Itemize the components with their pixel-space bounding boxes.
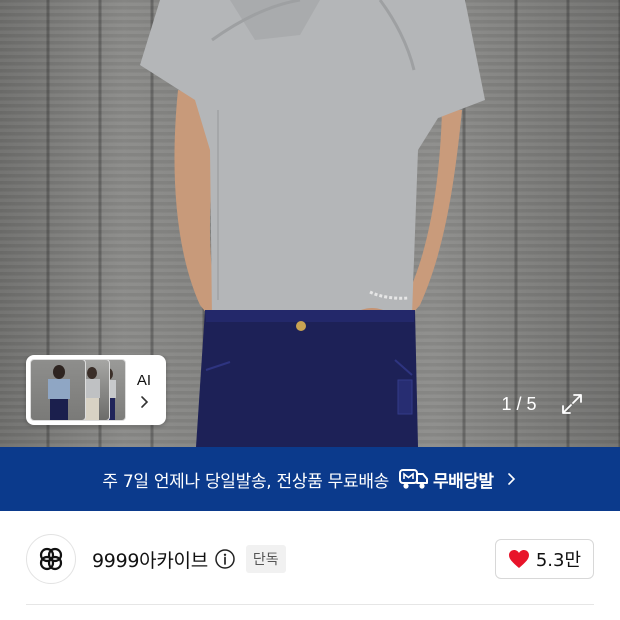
image-counter: 1 / 5 — [501, 393, 537, 414]
badge-text: 무배당발 — [433, 471, 494, 492]
product-image[interactable]: AI 1 / 5 — [0, 0, 620, 447]
divider — [26, 604, 594, 605]
exclusive-badge: 단독 — [245, 545, 286, 573]
expand-button[interactable] — [552, 386, 592, 422]
like-button[interactable]: 5.3만 — [494, 539, 594, 579]
expand-arrows-icon — [562, 394, 582, 414]
delivery-truck-icon — [399, 469, 429, 489]
thumbnail-1 — [30, 359, 86, 421]
info-icon[interactable] — [214, 548, 236, 570]
heart-icon — [508, 550, 529, 568]
shop-logo-icon — [39, 547, 63, 571]
chevron-right-icon — [507, 473, 515, 485]
ai-thumbnails — [30, 359, 126, 421]
chevron-right-icon — [141, 395, 149, 408]
ai-label: AI — [136, 371, 152, 389]
shop-name[interactable]: 9999아카이브 — [92, 546, 208, 573]
shop-logo[interactable] — [26, 534, 76, 584]
free-shipping-badge: 무배당발 — [399, 467, 494, 492]
like-count: 5.3만 — [535, 550, 581, 571]
banner-text: 주 7일 언제나 당일발송, 전상품 무료배송 — [102, 471, 390, 492]
shipping-banner[interactable]: 주 7일 언제나 당일발송, 전상품 무료배송 무배당발 — [0, 447, 620, 511]
ai-styling-card[interactable]: AI — [26, 355, 166, 425]
shop-info-row: 9999아카이브 단독 5.3만 — [0, 511, 620, 607]
